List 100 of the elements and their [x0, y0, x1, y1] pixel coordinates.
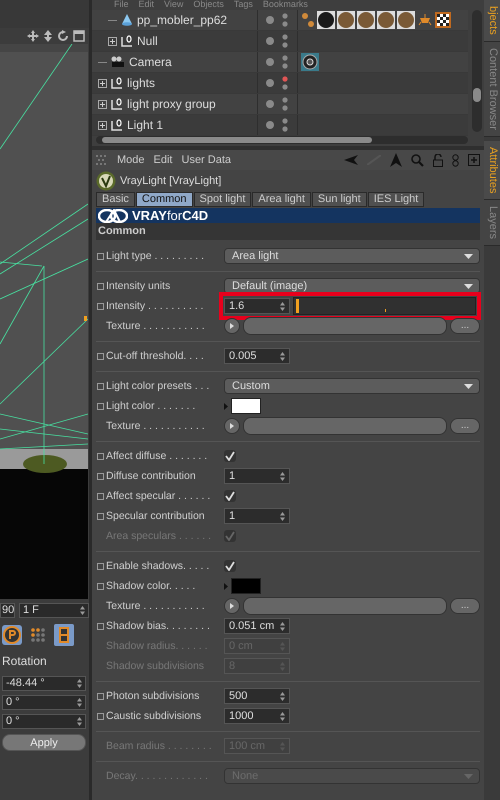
spinner-icon[interactable] — [77, 679, 82, 688]
spinner-icon[interactable] — [77, 698, 82, 707]
vertical-scrollbar[interactable] — [472, 10, 482, 132]
rotation-field[interactable]: 0 ° — [2, 714, 86, 729]
color-swatch[interactable] — [231, 578, 261, 594]
spinner-icon[interactable] — [280, 512, 285, 520]
horizontal-scrollbar[interactable] — [96, 136, 468, 144]
number-field[interactable]: 1 — [224, 508, 290, 524]
menu-item[interactable]: View — [164, 0, 184, 10]
color-swatch[interactable] — [231, 398, 261, 414]
keyframe-toggle[interactable] — [97, 352, 104, 360]
spinner-icon[interactable] — [80, 606, 85, 615]
film-strip-icon[interactable] — [54, 624, 74, 646]
texture-field[interactable] — [243, 417, 447, 435]
menu-item[interactable]: User Data — [182, 154, 232, 166]
dots-tag-icon[interactable] — [301, 11, 315, 29]
dot-grid-icon[interactable] — [28, 625, 48, 645]
visibility-dot[interactable] — [266, 37, 274, 45]
side-tab[interactable]: bjects — [484, 0, 500, 42]
menu-item[interactable]: Mode — [117, 154, 145, 166]
spinner-icon[interactable] — [280, 352, 285, 360]
spinner-icon[interactable] — [280, 302, 285, 310]
keyframe-toggle[interactable] — [97, 582, 104, 590]
keyframe-toggle[interactable] — [97, 252, 104, 260]
keyframe-toggle[interactable] — [97, 302, 104, 310]
slider-handle[interactable] — [296, 299, 299, 313]
rotate-icon[interactable] — [57, 30, 69, 42]
keyframe-toggle[interactable] — [97, 492, 104, 500]
number-field[interactable]: 0.005 — [224, 348, 290, 364]
spinner-icon[interactable] — [280, 622, 285, 630]
link-icon[interactable] — [452, 154, 459, 166]
menu-item[interactable]: Objects — [193, 0, 224, 10]
target-tag-icon[interactable] — [301, 53, 319, 71]
number-field[interactable]: 0.051 cm — [224, 618, 290, 634]
keyframe-toggle[interactable] — [97, 382, 104, 390]
side-tab[interactable]: Attributes — [484, 140, 500, 200]
object-name[interactable]: Light 1 — [127, 118, 164, 132]
browse-button[interactable]: ... — [450, 318, 480, 334]
number-field[interactable]: 1000 — [224, 708, 290, 724]
visibility-dot[interactable] — [266, 58, 274, 66]
tab[interactable]: Basic — [96, 192, 135, 207]
tab[interactable]: Area light — [252, 192, 311, 207]
keyframe-toggle[interactable] — [97, 402, 104, 410]
status-dots-icon[interactable] — [282, 54, 288, 70]
play-button[interactable] — [224, 418, 240, 434]
caret-icon[interactable] — [464, 284, 473, 288]
menu-item[interactable]: Edit — [154, 154, 172, 166]
object-name[interactable]: light proxy group — [127, 97, 216, 111]
texture-field[interactable] — [243, 317, 447, 335]
spinner-icon[interactable] — [280, 692, 285, 700]
object-name[interactable]: lights — [127, 76, 156, 90]
status-dots-icon[interactable] — [282, 96, 288, 112]
keyframe-toggle[interactable] — [97, 282, 104, 290]
expand-plus-icon[interactable] — [98, 78, 107, 88]
menu-item[interactable]: File — [114, 0, 129, 10]
number-field[interactable]: 500 — [224, 688, 290, 704]
dropdown[interactable]: Area light — [224, 248, 480, 264]
keyframe-toggle[interactable] — [97, 692, 104, 700]
tab[interactable]: IES Light — [368, 192, 424, 207]
play-button[interactable] — [224, 318, 240, 334]
menu-item[interactable]: Tags — [234, 0, 253, 10]
expand-arrow-icon[interactable] — [224, 402, 228, 410]
grip-icon[interactable] — [96, 155, 108, 165]
search-icon[interactable] — [411, 154, 424, 166]
visibility-dot[interactable] — [266, 16, 274, 24]
keyframe-toggle[interactable] — [97, 472, 104, 480]
visibility-dot[interactable] — [266, 121, 274, 129]
texture-field[interactable] — [243, 597, 447, 615]
caret-icon[interactable] — [464, 384, 473, 388]
object-name[interactable]: pp_mobler_pp62 — [137, 13, 228, 27]
keyframe-toggle[interactable] — [97, 622, 104, 630]
light-tag-icon[interactable] — [417, 13, 433, 27]
caret-icon[interactable] — [464, 254, 473, 258]
spinner-icon[interactable] — [280, 472, 285, 480]
tab[interactable]: Spot light — [194, 192, 252, 207]
number-field[interactable]: 1.6 — [224, 298, 290, 314]
lock-icon[interactable] — [433, 154, 443, 166]
checker-tag-icon[interactable] — [435, 12, 451, 28]
browse-button[interactable]: ... — [450, 418, 480, 434]
browse-button[interactable]: ... — [450, 598, 480, 614]
expand-arrow-icon[interactable] — [224, 582, 228, 590]
menu-item[interactable]: Edit — [138, 0, 154, 10]
end-frame-field[interactable]: 90 — [0, 603, 15, 618]
keyframe-toggle[interactable] — [97, 452, 104, 460]
move-icon[interactable] — [27, 30, 39, 42]
side-tab[interactable]: Content Browser — [484, 42, 500, 137]
expand-plus-icon[interactable] — [108, 36, 117, 46]
material-sphere-icon[interactable] — [317, 11, 335, 29]
keyframe-toggle[interactable] — [97, 562, 104, 570]
object-name[interactable]: Camera — [129, 55, 172, 69]
tab[interactable]: Sun light — [312, 192, 367, 207]
status-dots-icon[interactable] — [282, 117, 288, 133]
expand-plus-icon[interactable] — [98, 120, 107, 130]
dropdown[interactable]: Custom — [224, 378, 480, 394]
menu-item[interactable]: Bookmarks — [262, 0, 308, 10]
visibility-dot[interactable] — [266, 100, 274, 108]
rotation-field[interactable]: -48.44 ° — [2, 676, 86, 691]
vertical-arrows-icon[interactable] — [43, 30, 53, 42]
frame-field[interactable]: 1 F — [19, 603, 89, 618]
new-panel-icon[interactable] — [468, 154, 480, 166]
